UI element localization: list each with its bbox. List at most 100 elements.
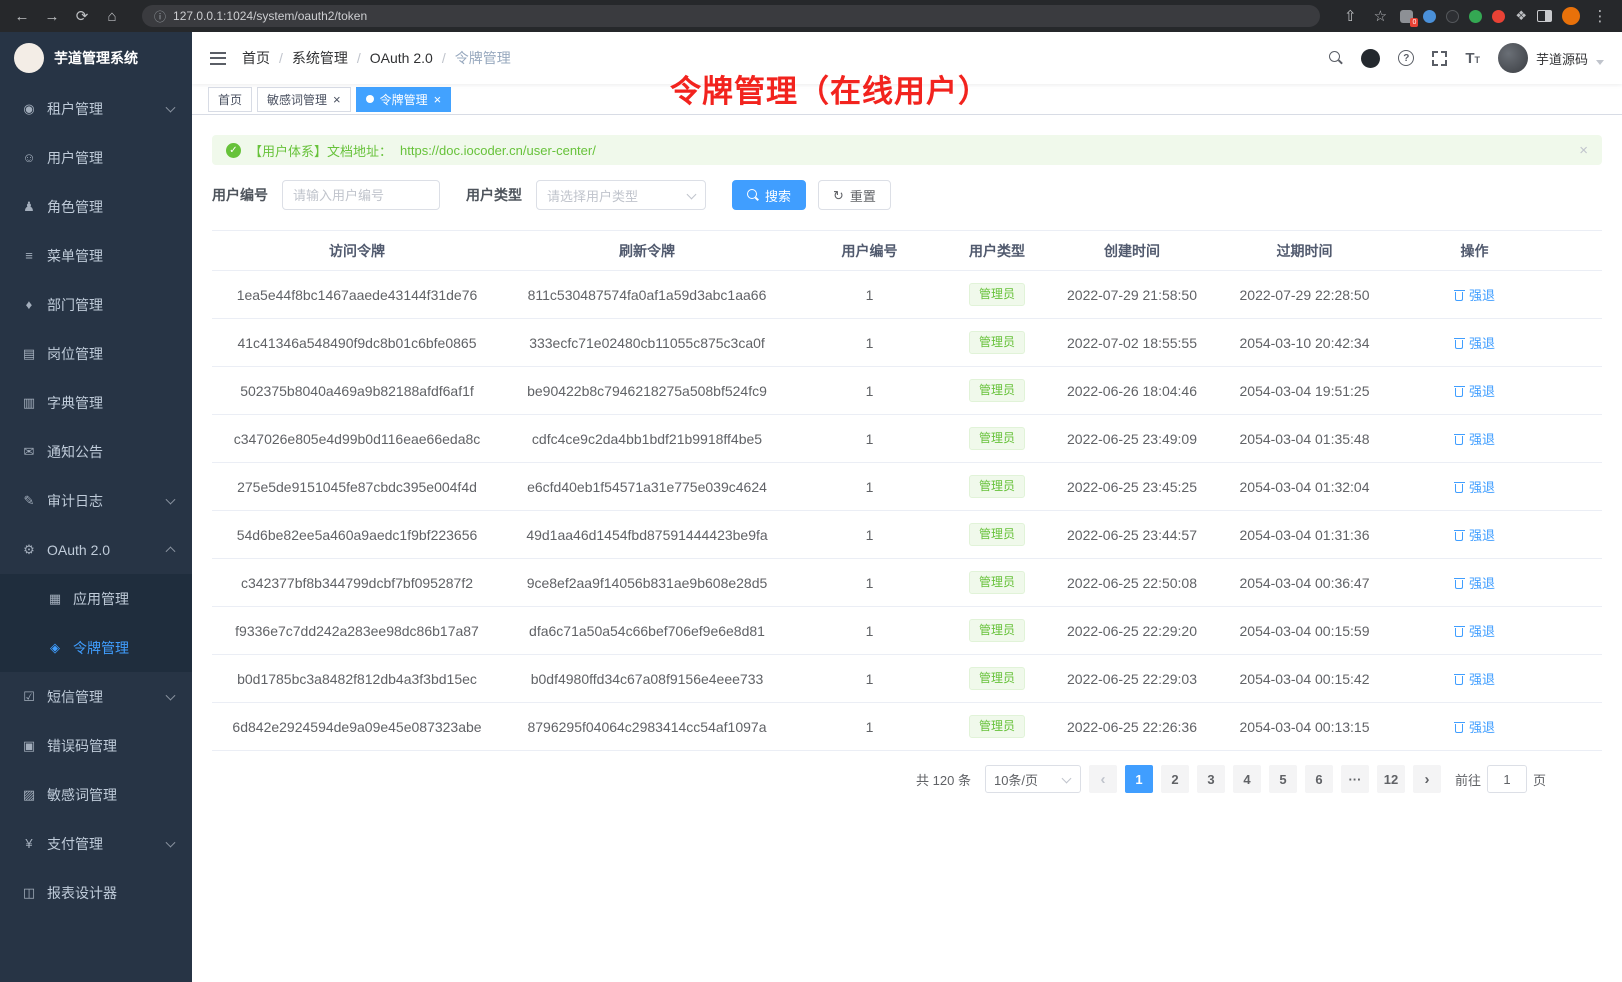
search-icon[interactable] [1329,51,1343,65]
address-bar[interactable]: ⓘ 127.0.0.1:1024/system/oauth2/token [142,5,1320,27]
side-panel-icon[interactable] [1537,10,1552,22]
sidebar-item[interactable]: 岗位管理 [0,329,192,378]
sidebar-fold-icon[interactable] [210,52,226,65]
doc-alert: ✓ 【用户体系】文档地址： https://doc.iocoder.cn/use… [212,135,1602,165]
force-logout-link[interactable]: 强退 [1454,717,1495,736]
back-icon[interactable]: ← [12,9,32,24]
fullscreen-icon[interactable] [1432,51,1447,66]
prev-page-button[interactable]: ‹ [1089,765,1117,793]
sidebar-item[interactable]: OAuth 2.0 [0,525,192,574]
tab[interactable]: 令牌管理 × [356,87,452,112]
user-type-cell: 管理员 [947,475,1047,498]
sidebar-item[interactable]: 令牌管理 [0,623,192,672]
tab[interactable]: 敏感词管理 × [257,87,351,112]
sidebar-item[interactable]: 审计日志 [0,476,192,525]
sidebar-item-label: 支付管理 [47,834,103,854]
page-button[interactable]: ··· [1341,765,1369,793]
browser-toolbar: ← → ⟳ ⌂ ⓘ 127.0.0.1:1024/system/oauth2/t… [0,0,1622,32]
tab[interactable]: 首页 × [208,87,252,112]
page-button[interactable]: 12 [1377,765,1405,793]
sidebar-item[interactable]: 字典管理 [0,378,192,427]
created-time-cell: 2022-07-29 21:58:50 [1047,287,1217,303]
page-button[interactable]: 6 [1305,765,1333,793]
operation-cell: 强退 [1392,717,1557,736]
user-menu[interactable]: 芋道源码 [1498,43,1604,73]
breadcrumb-item[interactable]: 令牌管理 [455,48,529,68]
force-logout-link[interactable]: 强退 [1454,669,1495,688]
user-id-cell: 1 [792,335,947,351]
user-type-cell: 管理员 [947,619,1047,642]
chevron-down-icon [166,837,176,847]
sidebar-item[interactable]: 敏感词管理 [0,770,192,819]
delete-icon [1454,481,1465,493]
browser-menu-kebab-icon[interactable]: ⋮ [1590,9,1610,24]
force-logout-link[interactable]: 强退 [1454,525,1495,544]
font-size-icon[interactable]: TT [1465,51,1480,66]
forward-icon[interactable]: → [42,9,62,24]
sidebar-item[interactable]: 报表设计器 [0,868,192,917]
sidebar-item[interactable]: 短信管理 [0,672,192,721]
user-type-select[interactable]: 请选择用户类型 [536,180,706,210]
doc-link[interactable]: https://doc.iocoder.cn/user-center/ [400,143,596,158]
page-button[interactable]: 3 [1197,765,1225,793]
tab-close-icon[interactable]: × [333,93,341,106]
sms-icon [20,689,38,705]
page-button[interactable]: 4 [1233,765,1261,793]
extensions-puzzle-icon[interactable]: ❖ [1515,8,1527,24]
breadcrumb-item[interactable]: OAuth 2.0 [370,50,455,66]
alert-close-icon[interactable]: × [1579,143,1588,158]
delete-icon [1454,433,1465,445]
bookmark-star-icon[interactable]: ☆ [1370,9,1390,24]
sidebar-item[interactable]: 菜单管理 [0,231,192,280]
access-token-cell: 1ea5e44f8bc1467aaede43144f31de76 [212,287,502,303]
force-logout-link[interactable]: 强退 [1454,429,1495,448]
table-row: 41c41346a548490f9dc8b01c6bfe0865 333ecfc… [212,319,1602,367]
sidebar-item-label: 字典管理 [47,393,103,413]
sidebar-item[interactable]: 支付管理 [0,819,192,868]
extension-icon[interactable] [1469,10,1482,23]
sidebar: 芋道管理系统 租户管理 用户管理 角色管理 菜单管理 [0,32,192,982]
sidebar-item[interactable]: 应用管理 [0,574,192,623]
page-button[interactable]: 5 [1269,765,1297,793]
search-button[interactable]: 搜索 [732,180,806,210]
sidebar-item[interactable]: 错误码管理 [0,721,192,770]
breadcrumb-item[interactable]: 首页 [242,48,292,68]
page-button[interactable]: 2 [1161,765,1189,793]
sidebar-item[interactable]: 通知公告 [0,427,192,476]
reload-icon[interactable]: ⟳ [72,9,92,24]
extension-icon[interactable] [1492,10,1505,23]
page-button[interactable]: 1 [1125,765,1153,793]
sidebar-item[interactable]: 用户管理 [0,133,192,182]
force-logout-link[interactable]: 强退 [1454,477,1495,496]
home-icon[interactable]: ⌂ [102,9,122,24]
page-size-select[interactable]: 10条/页 [985,765,1081,793]
app-logo[interactable]: 芋道管理系统 [0,32,192,84]
reset-button[interactable]: ↻ 重置 [818,180,891,210]
extension-icon[interactable]: 0 [1400,10,1413,23]
force-logout-link[interactable]: 强退 [1454,285,1495,304]
sidebar-item[interactable]: 租户管理 [0,84,192,133]
table-row: f9336e7c7dd242a283ee98dc86b17a87 dfa6c71… [212,607,1602,655]
extension-icon[interactable] [1423,10,1436,23]
sidebar-item[interactable]: 角色管理 [0,182,192,231]
user-id-input[interactable] [282,180,440,210]
sidebar-item-label: 菜单管理 [47,246,103,266]
force-logout-link[interactable]: 强退 [1454,381,1495,400]
user-type-badge: 管理员 [969,331,1025,354]
next-page-button[interactable]: › [1413,765,1441,793]
help-icon[interactable]: ? [1398,50,1414,66]
sidebar-item-label: 审计日志 [47,491,103,511]
github-icon[interactable] [1361,49,1380,68]
site-info-icon[interactable]: ⓘ [154,8,166,25]
extension-icon[interactable] [1446,10,1459,23]
breadcrumb-item[interactable]: 系统管理 [292,48,370,68]
share-icon[interactable]: ⇧ [1340,9,1360,24]
force-logout-link[interactable]: 强退 [1454,621,1495,640]
sidebar-item[interactable]: 部门管理 [0,280,192,329]
browser-profile-avatar[interactable] [1562,7,1580,25]
tab-close-icon[interactable]: × [434,93,442,106]
table-row: 54d6be82ee5a460a9aedc1f9bf223656 49d1aa4… [212,511,1602,559]
force-logout-link[interactable]: 强退 [1454,573,1495,592]
force-logout-link[interactable]: 强退 [1454,333,1495,352]
goto-page-input[interactable] [1487,765,1527,793]
